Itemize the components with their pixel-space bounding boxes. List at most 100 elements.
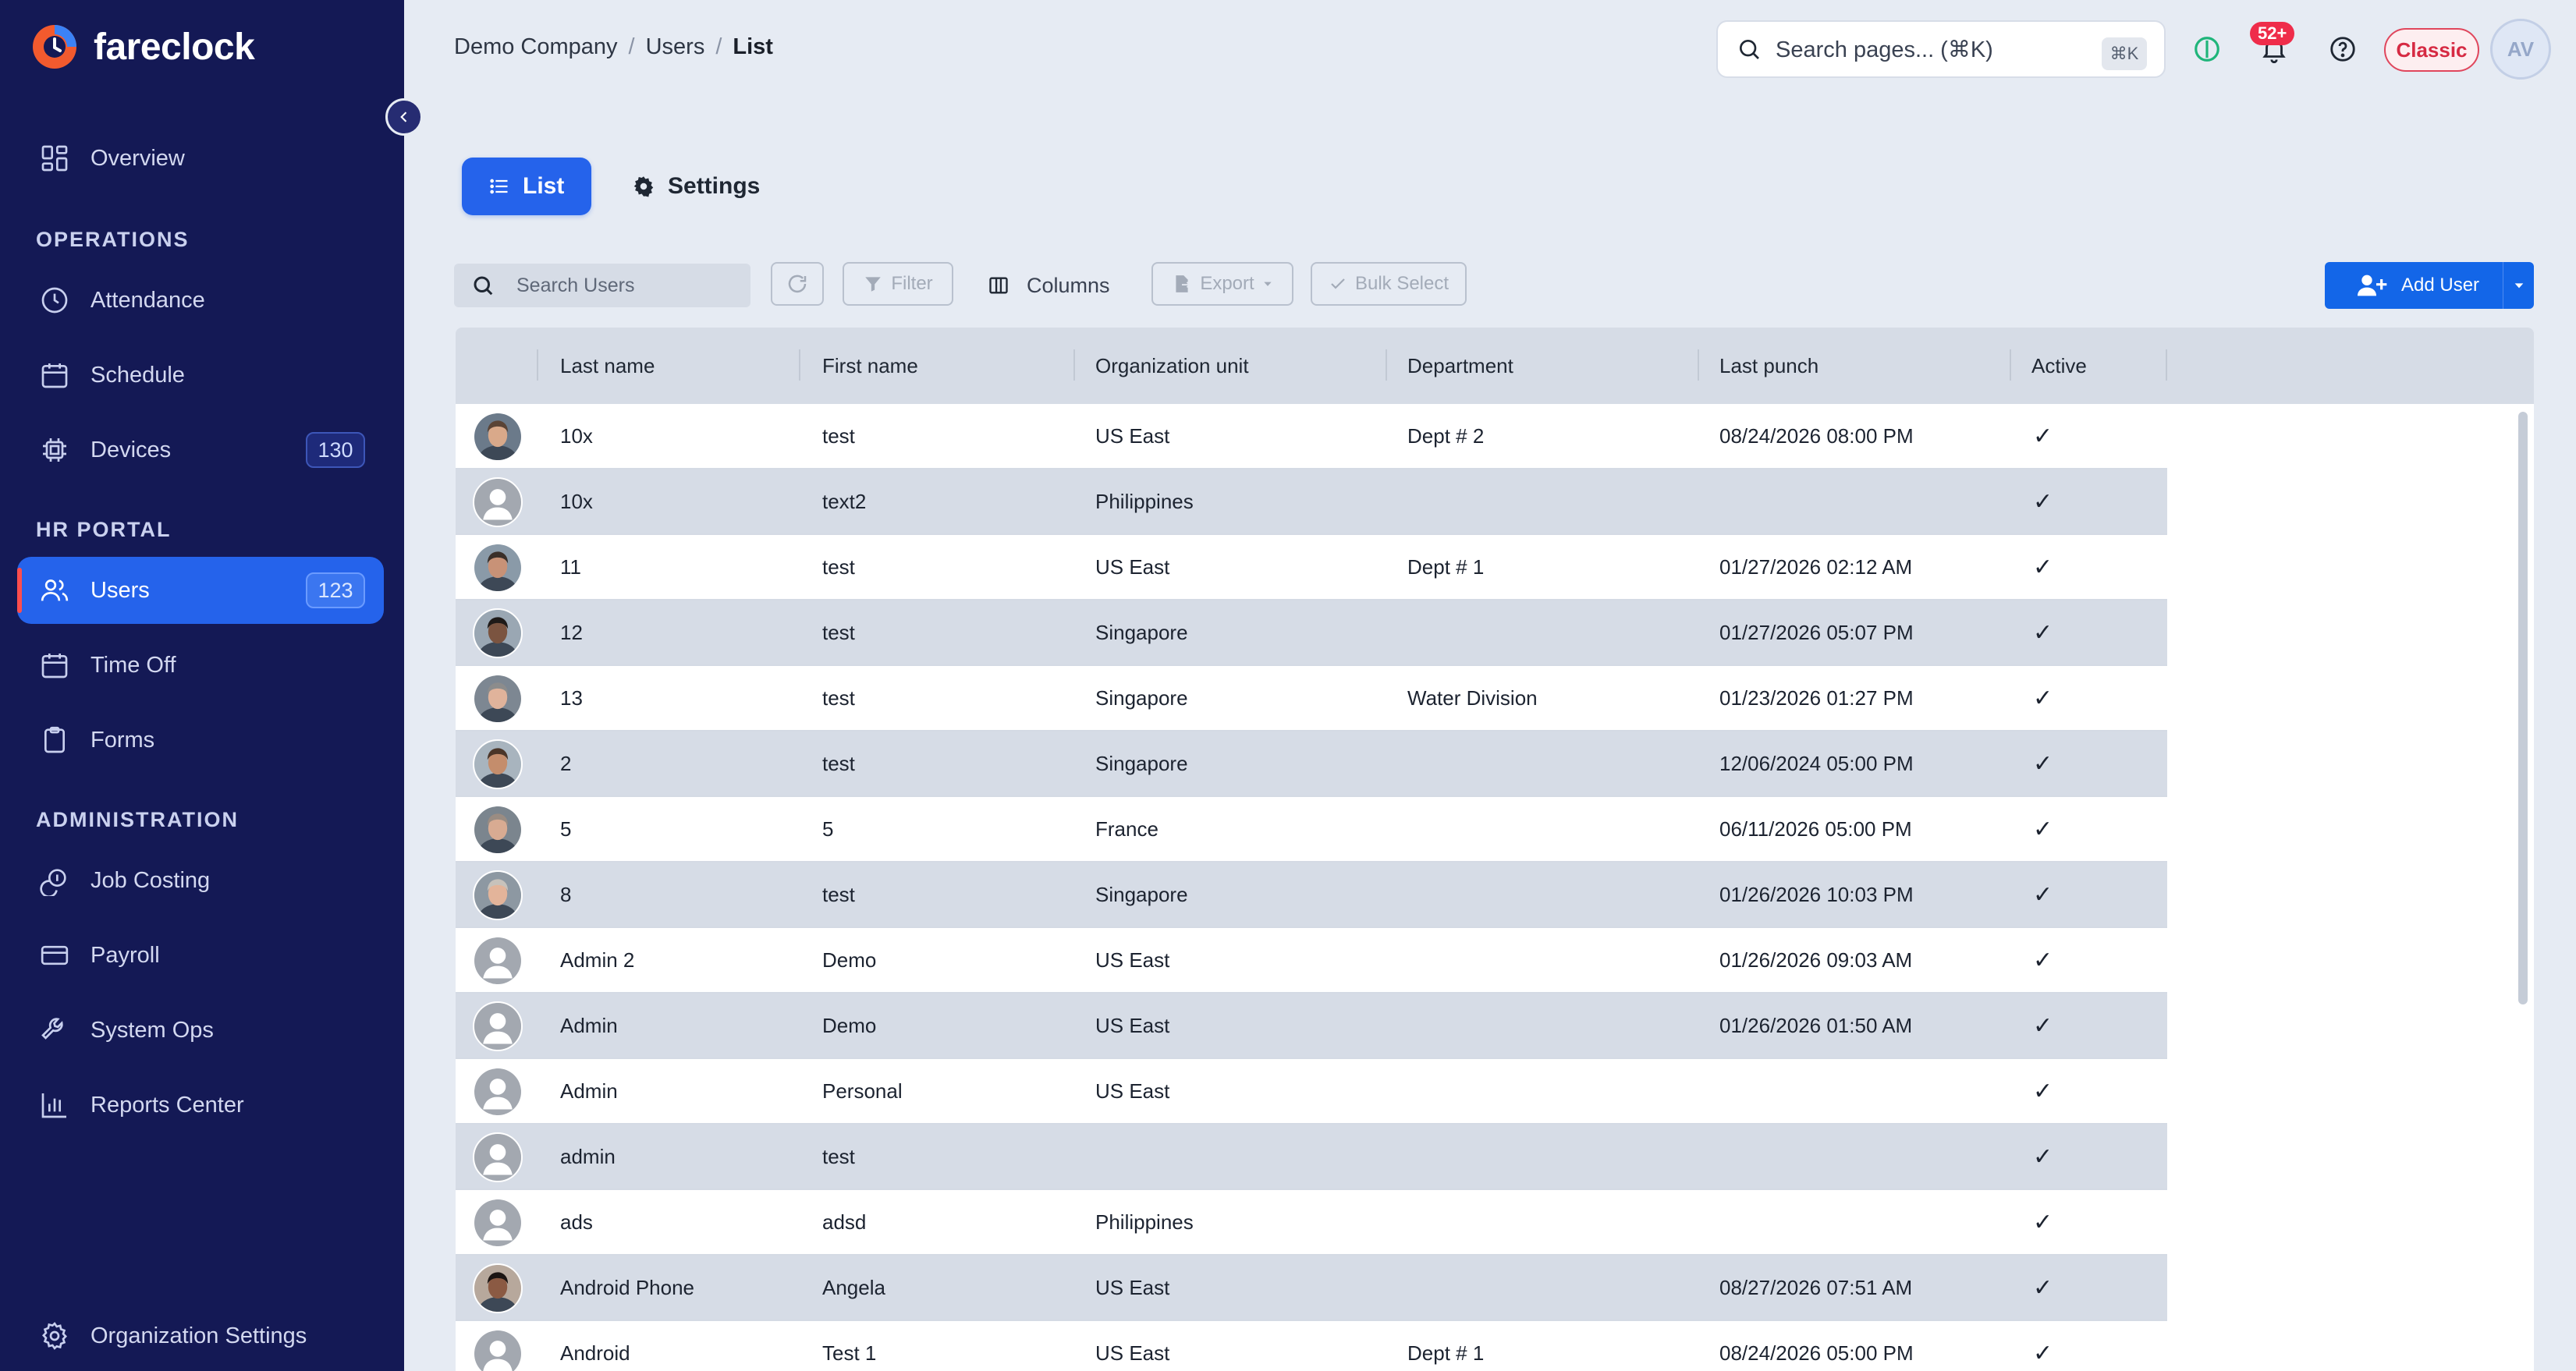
- sidebar-item-forms[interactable]: Forms: [17, 707, 384, 774]
- filter-icon: [865, 277, 882, 292]
- cell-first-name: test: [822, 1144, 855, 1168]
- sidebar-item-payroll[interactable]: Payroll: [17, 922, 384, 989]
- sidebar-item-system-ops[interactable]: System Ops: [17, 997, 384, 1064]
- export-label: Export: [1200, 273, 1254, 294]
- default-avatar-icon: [473, 1067, 523, 1117]
- sidebar-item-users[interactable]: Users 123: [17, 557, 384, 624]
- clock-icon: [41, 287, 68, 314]
- columns-button[interactable]: Columns: [988, 264, 1110, 307]
- cell-last-punch: 01/23/2026 01:27 PM: [1719, 686, 1914, 710]
- classic-view-button[interactable]: Classic: [2384, 28, 2479, 72]
- sidebar-item-label: Time Off: [90, 652, 176, 678]
- sidebar-item-reports-center[interactable]: Reports Center: [17, 1072, 384, 1139]
- users-count-badge: 123: [306, 572, 365, 608]
- user-photo-avatar: [473, 1263, 523, 1313]
- calendar-icon: [41, 654, 68, 678]
- cell-active: ✓: [2033, 1274, 2053, 1301]
- cell-active: ✓: [2033, 619, 2053, 646]
- default-avatar-icon: [473, 477, 523, 527]
- credit-card-icon: [41, 945, 69, 965]
- cell-first-name: text2: [822, 489, 867, 513]
- cell-active: ✓: [2033, 1143, 2053, 1170]
- column-header-first-name[interactable]: First name: [822, 328, 918, 404]
- collapse-sidebar-button[interactable]: [385, 98, 423, 136]
- file-export-icon: [1176, 275, 1192, 292]
- cell-last-name: 10x: [560, 423, 593, 448]
- cell-first-name: Angela: [822, 1275, 885, 1299]
- column-header-last-name[interactable]: Last name: [560, 328, 655, 404]
- sidebar-item-label: System Ops: [90, 1017, 214, 1043]
- table-row[interactable]: 13 test Singapore Water Division 01/23/2026 …: [456, 666, 2167, 732]
- column-header-organization-unit[interactable]: Organization unit: [1095, 328, 1249, 404]
- table-row[interactable]: Admin Demo US East 01/26/2026 01:50 AM ✓: [456, 994, 2167, 1059]
- cell-organization-unit: US East: [1095, 948, 1170, 972]
- sidebar-item-overview[interactable]: Overview: [17, 125, 384, 192]
- table-row[interactable]: Android Phone Angela US East 08/27/2026 07:…: [456, 1256, 2167, 1321]
- fareclock-logo-icon: [33, 25, 76, 69]
- tab-settings[interactable]: Settings: [618, 158, 786, 215]
- default-avatar-icon: [473, 1132, 523, 1182]
- filter-button[interactable]: Filter: [843, 262, 953, 306]
- sidebar-item-label: Forms: [90, 727, 155, 753]
- sidebar-item-time-off[interactable]: Time Off: [17, 632, 384, 699]
- column-header-last-punch[interactable]: Last punch: [1719, 328, 1818, 404]
- filter-label: Filter: [891, 273, 933, 294]
- sidebar-item-job-costing[interactable]: Job Costing: [17, 847, 384, 914]
- cell-active: ✓: [2033, 1078, 2053, 1104]
- table-row[interactable]: admin test ✓: [456, 1125, 2167, 1190]
- default-avatar-icon: [473, 1198, 523, 1248]
- section-title-operations: OPERATIONS: [36, 228, 190, 251]
- refresh-button[interactable]: [771, 262, 824, 306]
- table-scrollbar[interactable]: [2518, 412, 2528, 1004]
- app-logo[interactable]: fareclock: [30, 22, 255, 72]
- sidebar-item-organization-settings[interactable]: Organization Settings: [17, 1302, 384, 1369]
- table-row[interactable]: 12 test Singapore 01/27/2026 05:07 PM ✓: [456, 600, 2167, 666]
- status-indicator-icon[interactable]: [2189, 31, 2225, 67]
- user-avatar[interactable]: AV: [2490, 19, 2551, 80]
- cell-last-punch: 06/11/2026 05:00 PM: [1719, 817, 1912, 841]
- cell-department: Water Division: [1407, 686, 1538, 710]
- add-user-main[interactable]: Add User: [2325, 262, 2503, 309]
- table-row[interactable]: Admin 2 Demo US East 01/26/2026 09:03 AM ✓: [456, 928, 2167, 994]
- table-row[interactable]: 10x test US East Dept # 2 08/24/2026 08:00 P…: [456, 404, 2167, 469]
- user-photo-avatar: [473, 674, 523, 724]
- search-pages-input[interactable]: Search pages... (⌘K) ⌘K: [1716, 20, 2166, 78]
- table-row[interactable]: Admin Personal US East ✓: [456, 1059, 2167, 1125]
- dashboard-icon: [41, 145, 68, 172]
- breadcrumb-users[interactable]: Users: [646, 34, 705, 60]
- clipboard-icon: [44, 726, 65, 753]
- sidebar-item-label: Users: [90, 577, 150, 603]
- sidebar-item-label: Job Costing: [90, 867, 211, 893]
- cell-organization-unit: Singapore: [1095, 686, 1188, 710]
- cell-last-punch: 12/06/2024 05:00 PM: [1719, 751, 1914, 775]
- breadcrumb-separator: /: [628, 34, 635, 59]
- column-header-active[interactable]: Active: [2031, 328, 2087, 404]
- sidebar-item-devices[interactable]: Devices 130: [17, 416, 384, 484]
- cell-last-punch: 08/27/2026 07:51 AM: [1719, 1275, 1913, 1299]
- tab-list[interactable]: List: [462, 158, 591, 215]
- breadcrumb-company[interactable]: Demo Company: [454, 34, 618, 60]
- table-row[interactable]: 8 test Singapore 01/26/2026 10:03 PM ✓: [456, 863, 2167, 928]
- export-button[interactable]: Export: [1151, 262, 1293, 306]
- table-row[interactable]: 5 5 France 06/11/2026 05:00 PM ✓: [456, 797, 2167, 863]
- table-row[interactable]: 2 test Singapore 12/06/2024 05:00 PM ✓: [456, 732, 2167, 797]
- sidebar-item-attendance[interactable]: Attendance: [17, 267, 384, 334]
- help-icon[interactable]: [2325, 31, 2361, 67]
- cell-first-name: Test 1: [822, 1341, 877, 1365]
- search-users-input[interactable]: [516, 274, 735, 297]
- add-user-dropdown-toggle[interactable]: [2503, 262, 2534, 309]
- table-row[interactable]: 11 test US East Dept # 1 01/27/2026 02:12 AM…: [456, 535, 2167, 600]
- table-row[interactable]: 10x text2 Philippines ✓: [456, 469, 2167, 535]
- cell-first-name: Demo: [822, 1013, 877, 1037]
- columns-label: Columns: [1027, 273, 1110, 297]
- bar-chart-icon: [41, 1093, 66, 1118]
- add-user-button[interactable]: Add User: [2325, 262, 2534, 309]
- sidebar-item-schedule[interactable]: Schedule: [17, 342, 384, 409]
- sidebar-item-label: Attendance: [90, 287, 205, 313]
- bulk-select-button[interactable]: Bulk Select: [1311, 262, 1467, 306]
- table-row[interactable]: Android Test 1 US East Dept # 1 08/24/2026 0…: [456, 1321, 2167, 1371]
- column-header-department[interactable]: Department: [1407, 328, 1513, 404]
- search-icon: [474, 276, 493, 296]
- table-row[interactable]: ads adsd Philippines ✓: [456, 1190, 2167, 1256]
- cell-department: Dept # 1: [1407, 554, 1485, 579]
